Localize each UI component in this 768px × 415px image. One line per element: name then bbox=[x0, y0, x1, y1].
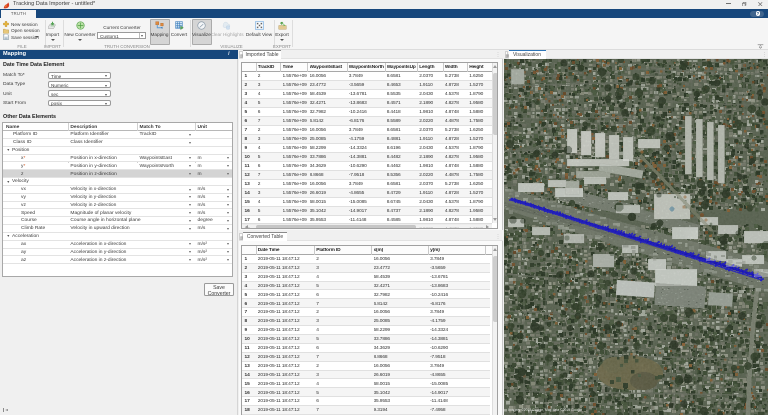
svg-text:Imagery ©2019 Google, Map data: Imagery ©2019 Google, Map data ©2019 Goo… bbox=[508, 408, 582, 412]
